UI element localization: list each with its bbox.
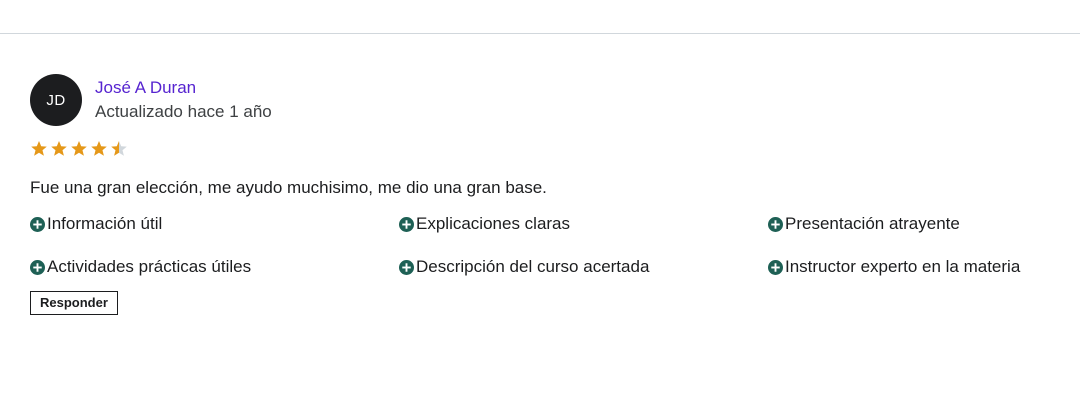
avatar: JD — [30, 74, 82, 126]
review-tag-label: Instructor experto en la materia — [785, 257, 1021, 276]
review-tag: Información útil — [30, 212, 399, 236]
review-tag: Explicaciones claras — [399, 212, 768, 236]
author-name[interactable]: José A Duran — [95, 76, 272, 100]
updated-time: Actualizado hace 1 año — [95, 102, 272, 121]
plus-circle-icon — [399, 259, 414, 275]
review-comment: Fue una gran elección, me ayudo muchisim… — [30, 178, 547, 197]
star-rating — [30, 140, 1060, 158]
review-tag: Actividades prácticas útiles — [30, 255, 399, 279]
top-divider — [0, 33, 1080, 34]
review-header: JD José A Duran Actualizado hace 1 año — [30, 74, 1060, 126]
star-icon — [111, 141, 127, 156]
review-tag: Descripción del curso acertada — [399, 255, 768, 279]
plus-circle-icon — [30, 216, 45, 232]
review-card: JD José A Duran Actualizado hace 1 año F… — [30, 74, 1060, 315]
plus-circle-icon — [768, 216, 783, 232]
review-tag-label: Explicaciones claras — [416, 214, 571, 233]
review-tag: Instructor experto en la materia — [768, 255, 1068, 279]
review-tag-label: Información útil — [47, 214, 163, 233]
star-icon — [71, 141, 87, 156]
review-tag-label: Presentación atrayente — [785, 214, 960, 233]
review-tag-label: Descripción del curso acertada — [416, 257, 650, 276]
star-icon — [31, 141, 47, 156]
plus-circle-icon — [30, 259, 45, 275]
review-meta: José A Duran Actualizado hace 1 año — [95, 76, 272, 124]
star-icon — [91, 141, 107, 156]
reply-button[interactable]: Responder — [30, 291, 118, 315]
avatar-initials: JD — [46, 91, 66, 109]
plus-circle-icon — [768, 259, 783, 275]
star-icon — [51, 141, 67, 156]
review-tag: Presentación atrayente — [768, 212, 1068, 236]
review-tags: Información útil Explicaciones claras Pr… — [30, 212, 1060, 279]
review-tag-label: Actividades prácticas útiles — [47, 257, 252, 276]
plus-circle-icon — [399, 216, 414, 232]
